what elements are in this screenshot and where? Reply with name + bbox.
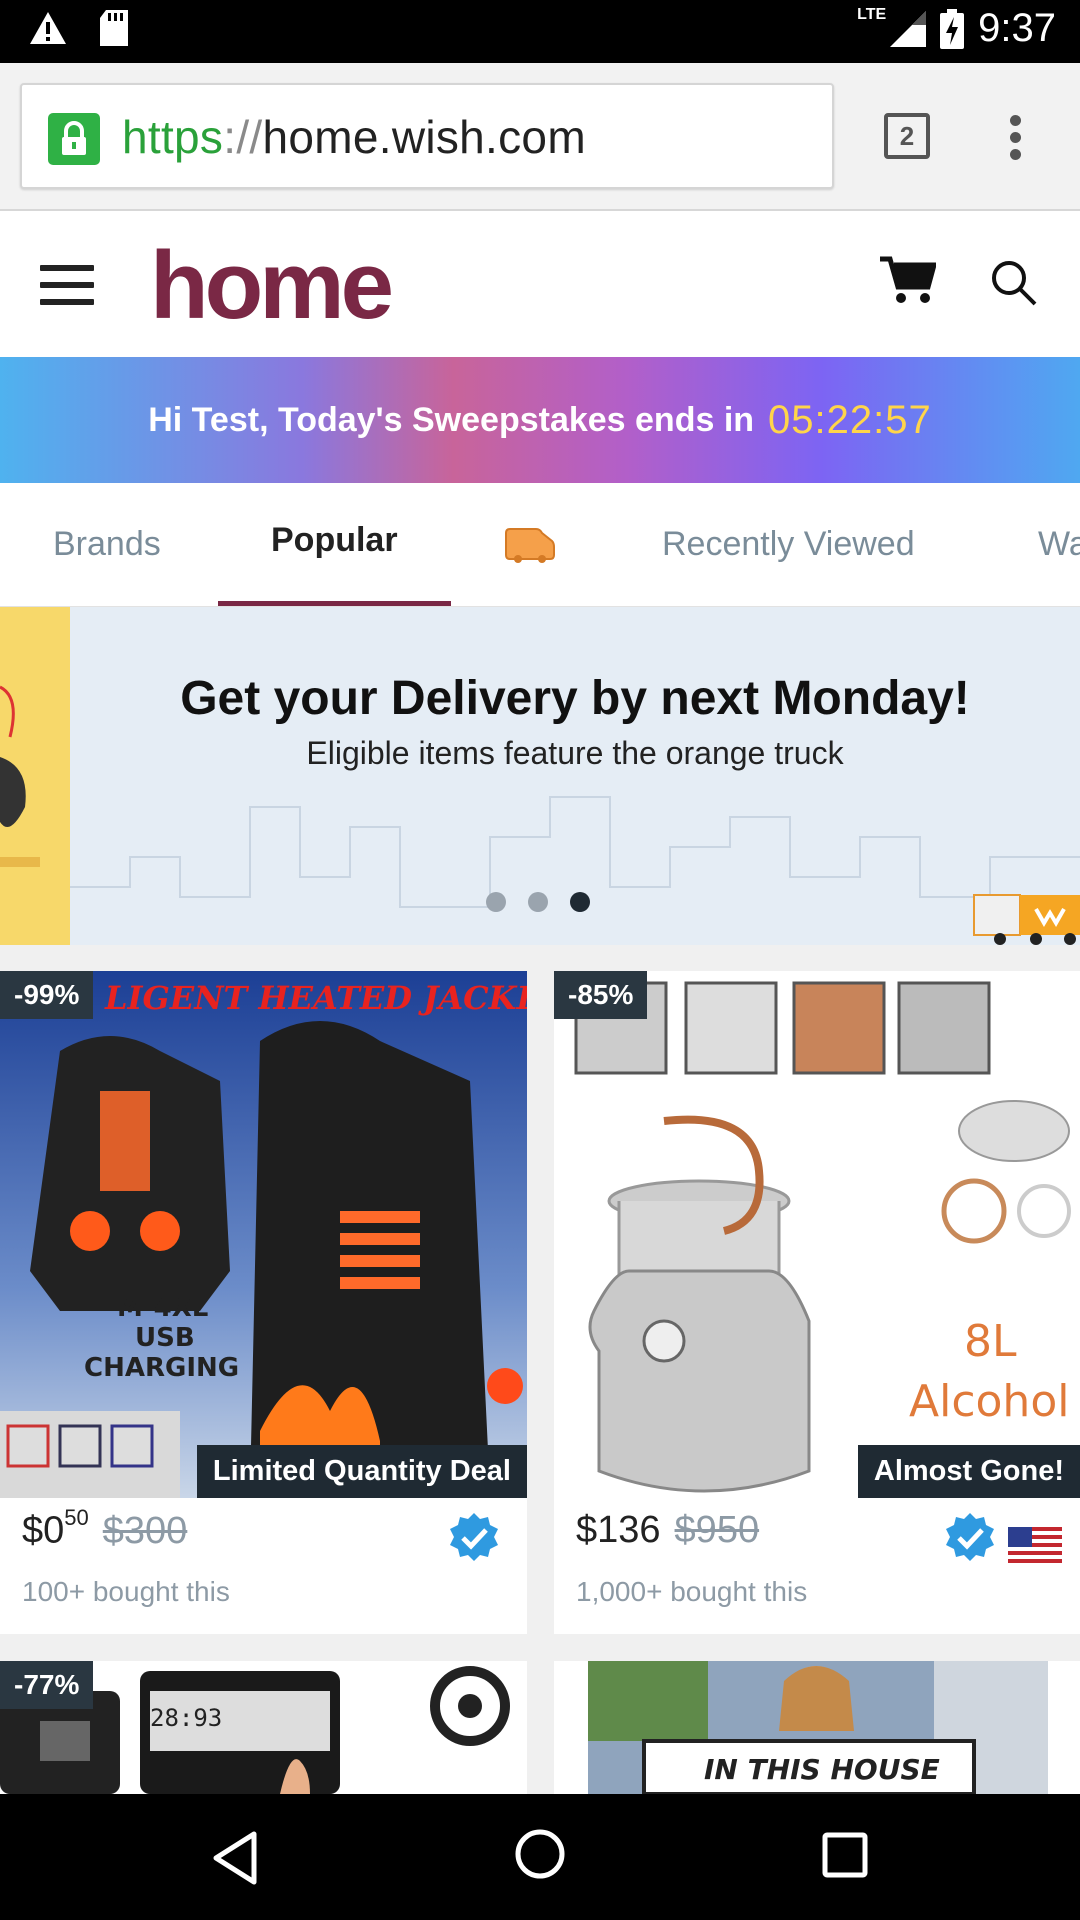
orange-truck-icon [973, 894, 1080, 945]
banner-subtitle: Eligible items feature the orange truck [306, 735, 844, 771]
tab-delivery-truck-icon[interactable] [502, 527, 556, 563]
carousel-dot-active[interactable] [570, 892, 590, 912]
clock: 9:37 [978, 6, 1056, 50]
browser-toolbar: https://home.wish.com 2 [0, 63, 1080, 211]
sweepstakes-message: Hi Test, Today's Sweepstakes ends in [148, 400, 755, 439]
carousel-dot[interactable] [528, 892, 548, 912]
network-type: LTE [857, 5, 887, 23]
product-image-text: M-4XL [117, 1293, 208, 1323]
tab-brands[interactable]: Brands [53, 525, 161, 564]
carousel-indicator [486, 892, 590, 912]
sweepstakes-timer: 05:22:57 [768, 397, 932, 442]
product-image-text: 28:93 [150, 1704, 222, 1732]
product-image-text: CHARGING [84, 1353, 239, 1383]
discount-badge: -85% [554, 971, 648, 1019]
recents-icon[interactable] [822, 1832, 868, 1878]
lock-icon[interactable] [48, 113, 100, 165]
system-navigation-bar [0, 1794, 1080, 1920]
tab-recently-viewed[interactable]: Recently Viewed [662, 525, 915, 564]
tab-wishlist[interactable]: Wa [1038, 525, 1080, 564]
sd-card-icon [100, 10, 128, 46]
product-image-text: 8L [964, 1316, 1017, 1367]
price: $136 [576, 1509, 661, 1551]
price-row: $050 $300 [22, 1505, 188, 1553]
app-header: home [0, 211, 1080, 357]
product-image[interactable]: IN THIS HOUSE [554, 1661, 1080, 1794]
price-cents: 50 [64, 1505, 89, 1530]
product-card[interactable]: 28:93 -77% [0, 1661, 527, 1794]
url-separator: :// [223, 111, 263, 163]
sweepstakes-banner[interactable]: Hi Test, Today's Sweepstakes ends in 05:… [0, 357, 1080, 483]
bought-count: 1,000+ bought this [576, 1576, 808, 1607]
verified-badge-icon [946, 1513, 994, 1561]
home-icon[interactable] [514, 1828, 566, 1880]
product-image[interactable]: 8L Alcohol [554, 971, 1080, 1498]
url-protocol: https [122, 111, 224, 163]
back-icon[interactable] [210, 1830, 260, 1886]
product-card[interactable]: LIGENT HEATED JACKET M-4XL USB CHARGING … [0, 971, 527, 1634]
cart-icon[interactable] [880, 255, 936, 305]
category-tabs: Brands Popular Recently Viewed Wa [0, 483, 1080, 607]
us-flag-icon [1008, 1527, 1062, 1563]
home-logo[interactable]: home [150, 231, 394, 341]
previous-slide-preview [0, 607, 70, 945]
search-icon[interactable] [990, 259, 1038, 307]
discount-badge: -77% [0, 1661, 94, 1709]
product-card[interactable]: IN THIS HOUSE [554, 1661, 1080, 1794]
deal-tag: Almost Gone! [857, 1445, 1080, 1498]
battery-charging-icon [940, 8, 965, 49]
product-image-caption: LIGENT HEATED JACKET [104, 979, 527, 1017]
promo-banner-carousel[interactable]: Get your Delivery by next Monday! Eligib… [0, 607, 1080, 945]
carousel-dot[interactable] [486, 892, 506, 912]
product-image-text: USB [135, 1323, 195, 1353]
url-text[interactable]: https://home.wish.com [122, 110, 586, 164]
signal-icon [890, 10, 927, 47]
banner-title: Get your Delivery by next Monday! [180, 672, 970, 725]
product-card[interactable]: 8L Alcohol -85% Almost Gone! $136 $950 1,… [554, 971, 1080, 1634]
hamburger-menu-icon[interactable] [40, 265, 96, 305]
price: $0 [22, 1509, 65, 1552]
verified-badge-icon [450, 1513, 498, 1561]
discount-badge: -99% [0, 971, 94, 1019]
address-bar[interactable]: https://home.wish.com [20, 83, 834, 189]
product-image-text: Alcohol [909, 1376, 1069, 1427]
product-image-text: IN THIS HOUSE [704, 1753, 940, 1786]
deal-tag: Limited Quantity Deal [196, 1445, 527, 1498]
overflow-menu-icon[interactable] [1010, 115, 1022, 161]
tab-popular[interactable]: Popular [271, 521, 398, 560]
url-host: home.wish.com [262, 111, 586, 163]
original-price: $950 [674, 1509, 760, 1551]
product-image[interactable]: LIGENT HEATED JACKET M-4XL USB CHARGING [0, 971, 527, 1498]
price-row: $136 $950 [576, 1509, 759, 1552]
tab-switcher-button[interactable]: 2 [884, 113, 930, 159]
original-price: $300 [102, 1509, 188, 1552]
warning-icon [30, 12, 66, 44]
status-bar: LTE 9:37 [0, 0, 1080, 63]
bought-count: 100+ bought this [22, 1576, 230, 1607]
